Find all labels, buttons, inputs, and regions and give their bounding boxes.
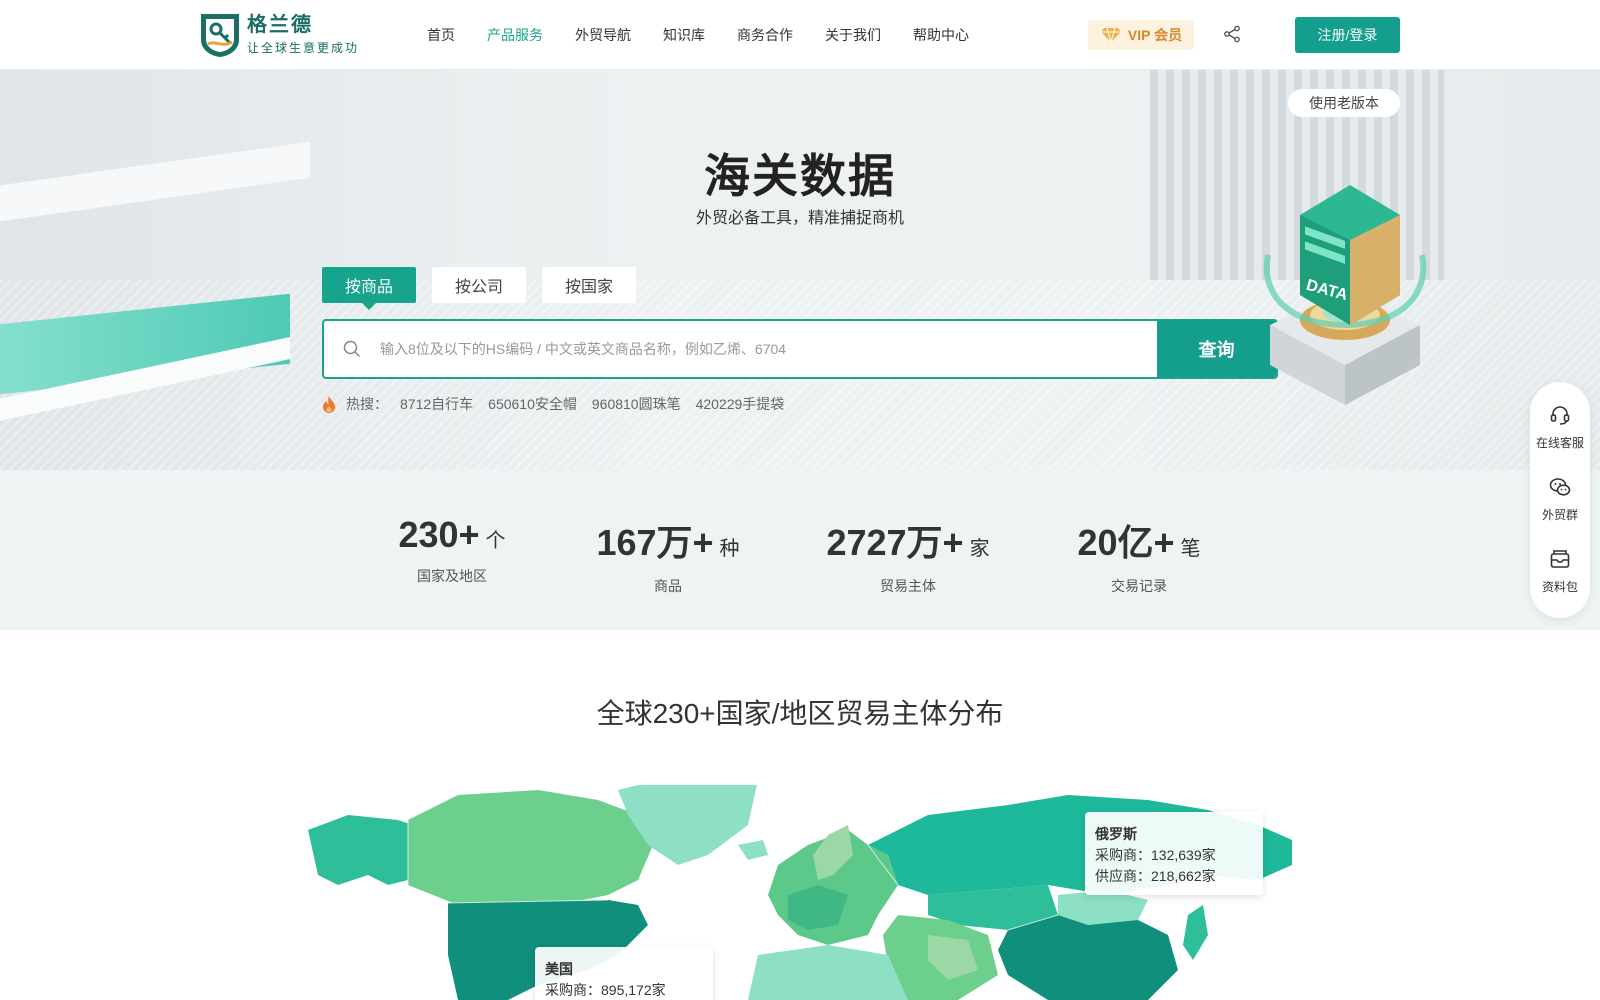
brand-name: 格兰德 xyxy=(247,14,313,36)
tooltip-buyers: 采购商：895,172家 xyxy=(545,982,666,998)
diamond-icon xyxy=(1100,27,1121,43)
vip-button[interactable]: VIP 会员 xyxy=(1088,20,1194,50)
sidebar-item-trade-group[interactable]: 外贸群 xyxy=(1530,476,1590,523)
stats-section: 230+ 个 国家及地区 167万+ 种 商品 2727万+ 家 贸易主体 20亿+ 笔… xyxy=(0,470,1600,630)
nav-item-knowledge[interactable]: 知识库 xyxy=(663,25,705,45)
search-tabs: 按商品 按公司 按国家 xyxy=(322,267,652,310)
hot-keyword[interactable]: 8712自行车 xyxy=(400,394,473,414)
stat-value: 230+ 个 xyxy=(398,514,506,555)
search-input[interactable] xyxy=(380,321,1157,377)
nav-item-business[interactable]: 商务合作 xyxy=(737,25,793,45)
stat-label: 交易记录 xyxy=(1111,578,1167,594)
sidebar-item-label: 在线客服 xyxy=(1535,436,1584,450)
stat-transactions: 20亿+ 笔 交易记录 xyxy=(1076,514,1202,596)
map-tooltip-russia: 俄罗斯 采购商：132,639家 供应商：218,662家 xyxy=(1085,812,1263,895)
hot-searches: 热搜： 8712自行车 650610安全帽 960810圆珠笔 420229手提… xyxy=(322,394,799,414)
stat-label: 国家及地区 xyxy=(417,568,487,584)
map-tooltip-usa: 美国 采购商：895,172家 xyxy=(535,947,713,1000)
top-header: 格兰德 让全球生意更成功 首页 产品服务 外贸导航 知识库 商务合作 关于我们 … xyxy=(0,0,1600,70)
hot-keyword[interactable]: 420229手提袋 xyxy=(696,394,785,414)
brand-logo[interactable]: 格兰德 让全球生意更成功 xyxy=(199,12,359,58)
sidebar-item-label: 资料包 xyxy=(1541,580,1578,594)
nav-item-trade-nav[interactable]: 外贸导航 xyxy=(575,25,631,45)
search-box: 查询 xyxy=(322,319,1278,379)
share-icon[interactable] xyxy=(1223,25,1241,43)
stat-value: 167万+ 种 xyxy=(596,522,740,563)
nav-item-about[interactable]: 关于我们 xyxy=(825,25,881,45)
stat-trade-entities: 2727万+ 家 贸易主体 xyxy=(826,514,990,596)
nav-item-products[interactable]: 产品服务 xyxy=(487,25,543,45)
stat-unit: 笔 xyxy=(1180,538,1201,560)
tab-by-company[interactable]: 按公司 xyxy=(432,267,526,303)
hot-keyword[interactable]: 650610安全帽 xyxy=(488,394,577,414)
main-nav: 首页 产品服务 外贸导航 知识库 商务合作 关于我们 帮助中心 xyxy=(427,0,1001,70)
tooltip-country: 俄罗斯 xyxy=(1095,826,1137,842)
stat-unit: 个 xyxy=(485,530,506,552)
stat-countries: 230+ 个 国家及地区 xyxy=(398,514,506,586)
tab-by-country[interactable]: 按国家 xyxy=(542,267,636,303)
logo-shield-icon xyxy=(201,14,239,57)
section-title: 全球230+国家/地区贸易主体分布 xyxy=(596,698,1004,729)
search-icon xyxy=(324,321,380,377)
tooltip-buyers: 采购商：132,639家 xyxy=(1095,847,1216,863)
hero-section: 使用老版本 海关数据 外贸必备工具，精准捕捉商机 按商品 按公司 按国家 查询 … xyxy=(0,70,1600,470)
nav-item-help[interactable]: 帮助中心 xyxy=(913,25,969,45)
stat-label: 商品 xyxy=(654,578,682,594)
tab-by-product[interactable]: 按商品 xyxy=(322,267,416,310)
package-icon xyxy=(1550,550,1570,568)
tooltip-suppliers: 供应商：218,662家 xyxy=(1095,868,1216,884)
stat-unit: 家 xyxy=(969,538,990,560)
tooltip-country: 美国 xyxy=(545,961,573,977)
sidebar-item-label: 外贸群 xyxy=(1541,508,1578,522)
stat-value: 2727万+ 家 xyxy=(826,522,990,563)
sidebar-item-materials[interactable]: 资料包 xyxy=(1530,548,1590,595)
data-illustration: DATA xyxy=(1263,185,1427,405)
nav-item-home[interactable]: 首页 xyxy=(427,25,455,45)
stat-label: 贸易主体 xyxy=(880,578,936,594)
stat-unit: 种 xyxy=(719,538,740,560)
wechat-icon xyxy=(1549,478,1571,496)
login-register-button[interactable]: 注册/登录 xyxy=(1295,17,1400,53)
old-version-button[interactable]: 使用老版本 xyxy=(1288,89,1400,117)
floating-sidebar: 在线客服 外贸群 资料包 xyxy=(1530,382,1590,618)
brand-slogan: 让全球生意更成功 xyxy=(247,41,360,55)
hot-search-label: 热搜： xyxy=(346,396,388,412)
fire-icon xyxy=(323,395,335,413)
stat-products: 167万+ 种 商品 xyxy=(594,514,742,596)
vip-label: VIP 会员 xyxy=(1127,27,1183,43)
sidebar-item-customer-service[interactable]: 在线客服 xyxy=(1530,404,1590,451)
search-button[interactable]: 查询 xyxy=(1157,321,1276,377)
headset-icon xyxy=(1550,406,1570,425)
stat-value: 20亿+ 笔 xyxy=(1077,522,1201,563)
hot-keyword[interactable]: 960810圆珠笔 xyxy=(592,394,681,414)
